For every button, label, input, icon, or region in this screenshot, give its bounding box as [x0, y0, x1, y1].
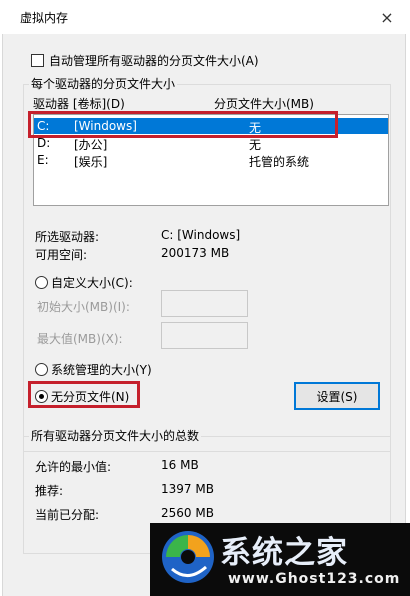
initial-size-input[interactable] [161, 290, 248, 317]
max-size-label: 最大值(MB)(X): [37, 332, 123, 346]
initial-size-label: 初始大小(MB)(I): [37, 300, 130, 314]
window-title: 虚拟内存 [20, 11, 69, 25]
drive-letter: D: [37, 136, 51, 150]
selected-drive-value: C: [Windows] [161, 228, 241, 242]
close-icon: × [380, 7, 394, 27]
column-header-size: 分页文件大小(MB) [214, 97, 314, 111]
selected-drive-label: 所选驱动器: [35, 230, 100, 244]
set-button[interactable]: 设置(S) [294, 382, 380, 410]
dialog-body: 自动管理所有驱动器的分页文件大小(A) 每个驱动器的分页文件大小 驱动器 [卷标… [2, 34, 406, 596]
close-button[interactable]: × [370, 3, 404, 31]
allocated-value: 2560 MB [161, 506, 214, 520]
watermark: 系统之家 www.Ghost123.com [150, 523, 410, 596]
auto-manage-checkbox[interactable] [31, 54, 44, 67]
column-header-drive: 驱动器 [卷标](D) [33, 97, 125, 111]
watermark-logo-icon [162, 531, 214, 583]
system-managed-label[interactable]: 系统管理的大小(Y) [51, 361, 152, 378]
allocated-label: 当前已分配: [35, 508, 100, 522]
totals-group-legend: 所有驱动器分页文件大小的总数 [29, 427, 202, 444]
auto-manage-label[interactable]: 自动管理所有驱动器的分页文件大小(A) [49, 52, 259, 69]
max-size-input[interactable] [161, 322, 248, 349]
paging-size: 托管的系统 [249, 155, 310, 169]
title-bar: 虚拟内存 × [0, 0, 410, 34]
recommended-label: 推荐: [35, 484, 64, 498]
drive-label: [办公] [74, 138, 108, 152]
highlight-box [28, 111, 338, 138]
free-space-value: 200173 MB [161, 246, 230, 260]
highlight-box [28, 381, 140, 408]
min-size-value: 16 MB [161, 458, 199, 472]
custom-size-radio[interactable] [35, 276, 48, 289]
drives-group-legend: 每个驱动器的分页文件大小 [29, 75, 178, 92]
watermark-title: 系统之家 [220, 535, 348, 571]
set-button-label: 设置(S) [316, 389, 358, 404]
drive-label: [娱乐] [74, 155, 108, 169]
system-managed-radio[interactable] [35, 363, 48, 376]
watermark-url: www.Ghost123.com [228, 571, 401, 587]
drive-letter: E: [37, 153, 49, 167]
custom-size-label[interactable]: 自定义大小(C): [51, 274, 133, 291]
recommended-value: 1397 MB [161, 482, 214, 496]
paging-size: 无 [249, 138, 262, 152]
drive-row-e[interactable]: E: [娱乐] 托管的系统 [34, 152, 388, 169]
free-space-label: 可用空间: [35, 248, 88, 262]
min-size-label: 允许的最小值: [35, 460, 112, 474]
